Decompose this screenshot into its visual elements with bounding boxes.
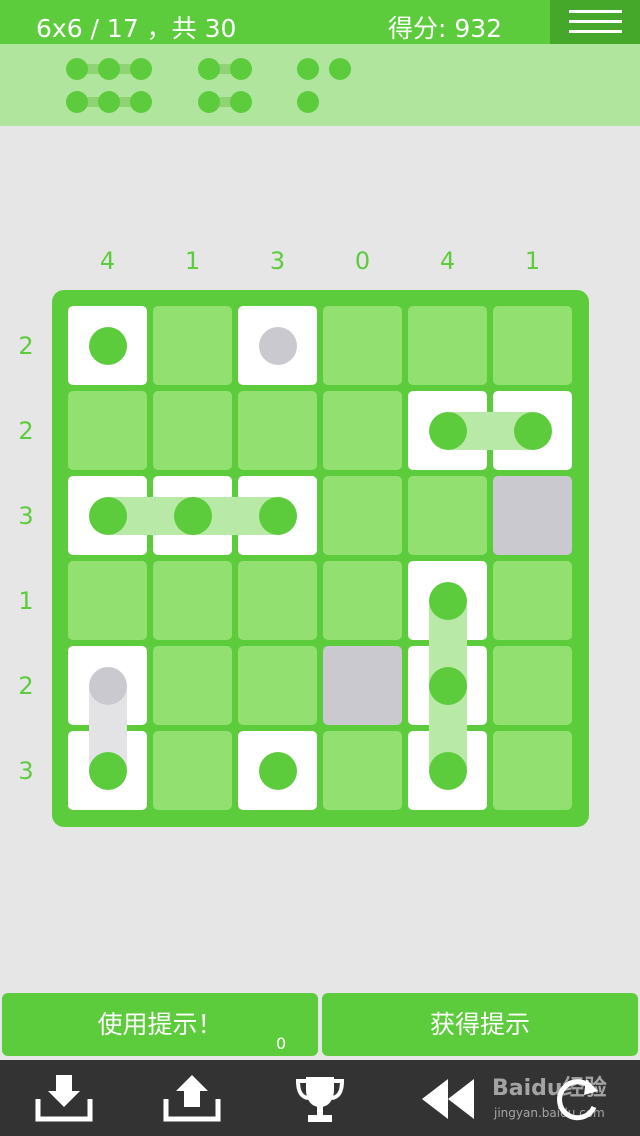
ship-segment: [88, 496, 127, 535]
hint-count: 0: [276, 1034, 287, 1053]
grid-cell[interactable]: [323, 646, 402, 725]
grid-cell[interactable]: [493, 306, 572, 385]
legend-ship-size-3: [66, 91, 152, 113]
level-progress: 6x6 / 17 ，共 30: [36, 14, 237, 43]
ship-segment: [88, 326, 127, 365]
grid-cell[interactable]: [493, 646, 572, 725]
watermark-logo: Baidu经验: [492, 1076, 607, 1101]
grid-cell[interactable]: [323, 391, 402, 470]
menu-button[interactable]: [550, 0, 640, 44]
grid-cell[interactable]: [153, 561, 232, 640]
ship-segment: [428, 666, 467, 705]
row-clue: 2: [18, 331, 34, 360]
ship-segment: [88, 751, 127, 790]
use-hint-button[interactable]: 使用提示！: [2, 993, 318, 1056]
ship-segment: [428, 581, 467, 620]
legend-ship-size-2: [198, 91, 252, 113]
puzzle-board: [52, 290, 589, 827]
ship-segment-gray: [88, 666, 127, 705]
column-clue: 1: [524, 247, 541, 275]
top-bar: 6x6 / 17 ，共 30 得分: 932: [0, 0, 640, 44]
ship-segment: [513, 411, 552, 450]
grid-cell[interactable]: [153, 731, 232, 810]
rewind-icon[interactable]: [418, 1073, 478, 1125]
row-clue: 3: [18, 756, 34, 785]
grid-cell[interactable]: [408, 306, 487, 385]
column-clue: 0: [354, 247, 371, 275]
trophy-icon[interactable]: [290, 1073, 350, 1125]
ship-segment: [428, 411, 467, 450]
bottom-toolbar: Baidu经验 jingyan.baidu.com: [0, 1060, 640, 1136]
grid-cell[interactable]: [493, 561, 572, 640]
column-clue: 4: [99, 247, 116, 275]
ship-segment: [428, 751, 467, 790]
grid-cell[interactable]: [68, 391, 147, 470]
grid-cell[interactable]: [153, 646, 232, 725]
grid-cell[interactable]: [153, 391, 232, 470]
grid-cell[interactable]: [323, 731, 402, 810]
grid-cell[interactable]: [493, 476, 572, 555]
grid-cell[interactable]: [493, 731, 572, 810]
row-clue: 1: [18, 586, 34, 615]
watermark-url: jingyan.baidu.com: [494, 1106, 605, 1120]
legend-ship-size-1: [297, 91, 319, 113]
ship-segment: [173, 496, 212, 535]
upload-icon[interactable]: [162, 1073, 222, 1125]
legend-ship-size-1: [297, 58, 319, 80]
column-clue: 1: [184, 247, 201, 275]
grid-cell[interactable]: [238, 561, 317, 640]
legend-ship-size-3: [66, 58, 152, 80]
column-clue: 4: [439, 247, 456, 275]
score-display: 得分: 932: [388, 14, 503, 43]
ship-segment: [258, 496, 297, 535]
grid-cell[interactable]: [238, 391, 317, 470]
download-icon[interactable]: [34, 1073, 94, 1125]
grid-cell[interactable]: [408, 476, 487, 555]
grid-cell[interactable]: [68, 561, 147, 640]
grid-cell[interactable]: [153, 306, 232, 385]
grid-cell[interactable]: [323, 306, 402, 385]
column-clue: 3: [269, 247, 286, 275]
ship-segment: [258, 751, 297, 790]
grid-cell[interactable]: [238, 646, 317, 725]
grid-cell[interactable]: [323, 561, 402, 640]
legend-ship-size-2: [198, 58, 252, 80]
grid-cell[interactable]: [323, 476, 402, 555]
legend-ship-size-1: [329, 58, 351, 80]
get-hint-button[interactable]: 获得提示: [322, 993, 638, 1056]
row-clue: 2: [18, 416, 34, 445]
ship-segment-gray: [258, 326, 297, 365]
ship-legend: [0, 44, 640, 126]
watermark: Baidu经验 jingyan.baidu.com: [492, 1064, 612, 1134]
row-clue: 3: [18, 501, 34, 530]
row-clue: 2: [18, 671, 34, 700]
